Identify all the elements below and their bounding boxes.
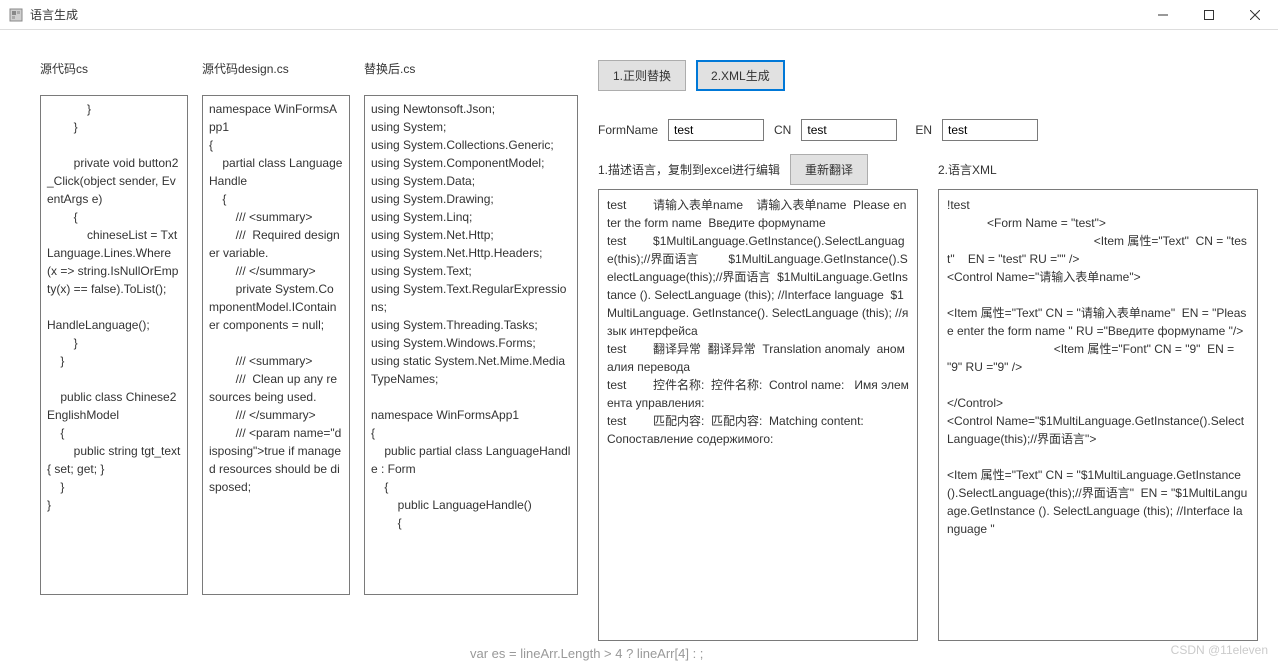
- watermark: CSDN @11eleven: [1171, 643, 1268, 657]
- retranslate-button[interactable]: 重新翻译: [790, 154, 868, 185]
- regex-replace-button[interactable]: 1.正则替换: [598, 60, 686, 91]
- formname-label: FormName: [598, 123, 658, 137]
- en-label: EN: [915, 123, 932, 137]
- replaced-cs-textbox[interactable]: [364, 95, 578, 595]
- design-cs-textbox[interactable]: [202, 95, 350, 595]
- xml-generate-button[interactable]: 2.XML生成: [696, 60, 785, 91]
- replaced-cs-label: 替换后.cs: [364, 60, 578, 77]
- language-xml-textbox[interactable]: [938, 189, 1258, 641]
- minimize-button[interactable]: [1140, 0, 1186, 30]
- maximize-button[interactable]: [1186, 0, 1232, 30]
- content-area: 源代码cs 源代码design.cs 替换后.cs 1.正则替换 2.XML生成…: [0, 30, 1278, 661]
- cn-label: CN: [774, 123, 791, 137]
- window-controls: [1140, 0, 1278, 30]
- design-cs-label: 源代码design.cs: [202, 60, 350, 77]
- language-xml-label: 2.语言XML: [938, 161, 997, 178]
- formname-input[interactable]: [668, 119, 764, 141]
- source-cs-textbox[interactable]: [40, 95, 188, 595]
- close-button[interactable]: [1232, 0, 1278, 30]
- desc-language-textbox[interactable]: [598, 189, 918, 641]
- background-text: var es = lineArr.Length > 4 ? lineArr[4]…: [470, 646, 703, 661]
- desc-language-label: 1.描述语言，复制到excel进行编辑: [598, 161, 780, 178]
- titlebar: 语言生成: [0, 0, 1278, 30]
- app-icon: [8, 7, 24, 23]
- window-title: 语言生成: [30, 6, 78, 23]
- en-input[interactable]: [942, 119, 1038, 141]
- cn-input[interactable]: [801, 119, 897, 141]
- source-cs-label: 源代码cs: [40, 60, 188, 77]
